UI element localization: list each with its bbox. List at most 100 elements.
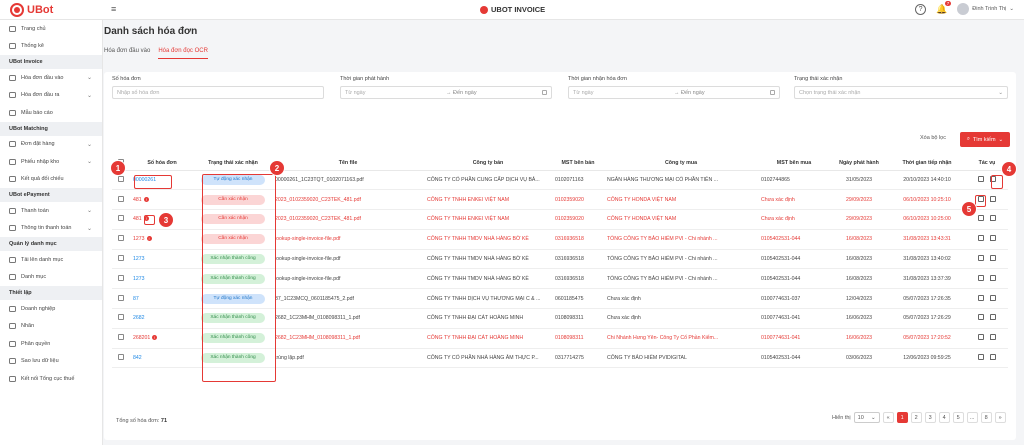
row-checkbox[interactable] (118, 235, 124, 242)
status-select[interactable]: Chọn trạng thái xác nhận ⌄ (794, 86, 1008, 99)
sidebar-item[interactable]: Trang chủ (0, 20, 102, 38)
invoice-number-link[interactable]: 268201 (133, 335, 150, 341)
sidebar-item[interactable]: Thanh toán ⌄ (0, 202, 102, 220)
row-select[interactable] (112, 189, 130, 211)
row-select[interactable] (112, 249, 130, 270)
clear-filter-button[interactable]: Xóa bộ lọc (920, 135, 946, 141)
warning-icon[interactable]: ! (146, 236, 152, 242)
chat-icon[interactable] (990, 354, 996, 361)
chat-icon[interactable] (990, 334, 996, 341)
chat-icon[interactable] (990, 274, 996, 281)
page-button[interactable]: 3 (924, 412, 936, 423)
sidebar-item[interactable]: Thống kê (0, 38, 102, 56)
row-checkbox[interactable] (118, 215, 124, 222)
chat-icon[interactable] (990, 314, 996, 321)
row-checkbox[interactable] (118, 294, 124, 301)
row-checkbox[interactable] (118, 195, 124, 202)
issue-date-range[interactable]: Từ ngày → Đến ngày (340, 86, 552, 99)
row-select[interactable] (112, 209, 130, 230)
row-select[interactable] (112, 328, 130, 349)
next-page-button[interactable]: » (994, 412, 1006, 423)
chat-icon[interactable] (990, 255, 996, 262)
user-menu[interactable]: Đinh Trinh Thị ⌄ (957, 3, 1014, 15)
invoice-number-link[interactable]: 1273 (133, 256, 145, 262)
invoice-no-input[interactable]: Nhập số hóa đơn (112, 86, 324, 99)
invoice-number-link[interactable]: 842 (133, 355, 142, 361)
edit-icon[interactable] (978, 175, 984, 182)
column-header[interactable]: Công ty mua (604, 156, 758, 171)
per-page-select[interactable]: 10 ⌄ (853, 412, 880, 423)
page-button[interactable]: 4 (938, 412, 950, 423)
row-checkbox[interactable] (118, 354, 124, 361)
sidebar-item[interactable]: Phiếu nhập kho ⌄ (0, 153, 102, 171)
sidebar-item[interactable]: Doanh nghiệp (0, 300, 102, 318)
sidebar-item[interactable]: Đơn đặt hàng ⌄ (0, 136, 102, 154)
seller-company-cell: CÔNG TY TNHH TMDV NHÀ HÀNG BỜ KÈ (424, 268, 552, 290)
prev-page-button[interactable]: « (882, 412, 894, 423)
edit-icon[interactable] (978, 334, 984, 341)
page-button[interactable]: ... (966, 412, 978, 423)
column-header[interactable]: MST bên bán (552, 156, 604, 171)
per-page-label: Hiển thị (832, 414, 851, 421)
sidebar-item[interactable]: Thông tin thanh toán ⌄ (0, 220, 102, 238)
row-select[interactable] (112, 348, 130, 369)
row-select[interactable] (112, 268, 130, 290)
sidebar-item[interactable]: Kết quả đối chiếu (0, 171, 102, 189)
sidebar-item[interactable]: Tải lên danh mục (0, 251, 102, 269)
sidebar-item[interactable]: Sao lưu dữ liệu (0, 353, 102, 371)
page-button[interactable]: 1 (896, 412, 908, 423)
column-header[interactable]: Thời gian tiếp nhận (888, 156, 966, 171)
edit-icon[interactable] (978, 274, 984, 281)
edit-icon[interactable] (978, 255, 984, 262)
sidebar-item[interactable]: Hóa đơn đầu ra ⌄ (0, 87, 102, 105)
row-checkbox[interactable] (118, 255, 124, 262)
chat-icon[interactable] (990, 235, 996, 242)
row-checkbox[interactable] (118, 334, 124, 341)
column-header[interactable]: Tên file (272, 156, 424, 171)
invoice-number-link[interactable]: 87 (133, 296, 139, 302)
tab-input-invoices[interactable]: Hóa đơn đầu vào (104, 46, 150, 59)
row-select[interactable] (112, 308, 130, 329)
column-header[interactable]: Số hóa đơn (130, 156, 194, 171)
sidebar-item[interactable]: Danh mục (0, 269, 102, 287)
sidebar-item[interactable]: Nhãn (0, 318, 102, 336)
invoice-number-link[interactable]: 2682 (133, 315, 145, 321)
invoice-number-link[interactable]: 481 (133, 197, 142, 203)
chat-icon[interactable] (990, 195, 996, 202)
edit-icon[interactable] (978, 314, 984, 321)
invoice-number-link[interactable]: 1273 (133, 276, 145, 282)
sidebar-item[interactable]: Hóa đơn đầu vào ⌄ (0, 69, 102, 87)
row-select[interactable] (112, 229, 130, 250)
page-button[interactable]: 2 (910, 412, 922, 423)
row-select[interactable] (112, 288, 130, 310)
row-checkbox[interactable] (118, 175, 124, 182)
column-header[interactable]: MST bên mua (758, 156, 830, 171)
tab-ocr-invoices[interactable]: Hóa đơn đọc OCR (158, 46, 208, 59)
chat-icon[interactable] (990, 215, 996, 222)
page-button[interactable]: 8 (980, 412, 992, 423)
sidebar-item[interactable]: Kết nối Tổng cục thuế (0, 370, 102, 388)
edit-icon[interactable] (978, 294, 984, 301)
receive-date-range[interactable]: Từ ngày → Đến ngày (568, 86, 780, 99)
column-header[interactable]: Công ty bán (424, 156, 552, 171)
warning-icon[interactable]: ! (152, 335, 158, 341)
edit-icon[interactable] (978, 235, 984, 242)
bell-icon[interactable]: 🔔 7 (936, 0, 952, 15)
sidebar-item[interactable]: Phân quyền (0, 335, 102, 353)
help-icon[interactable]: ? (915, 3, 927, 15)
menu-toggle-icon[interactable]: ≡ (111, 4, 116, 14)
column-header[interactable]: Ngày phát hành (830, 156, 888, 171)
row-checkbox[interactable] (118, 274, 124, 281)
page-button[interactable]: 5 (952, 412, 964, 423)
chat-icon[interactable] (990, 294, 996, 301)
column-header[interactable]: Trạng thái xác nhận (194, 156, 272, 171)
search-button[interactable]: ⌕ Tìm kiếm ⌄ (960, 132, 1010, 147)
edit-icon[interactable] (978, 354, 984, 361)
logo[interactable]: UBot (10, 3, 53, 17)
sidebar-item[interactable]: Mẫu báo cáo (0, 104, 102, 122)
row-checkbox[interactable] (118, 314, 124, 321)
invoice-number-link[interactable]: 1273 (133, 236, 145, 242)
warning-icon[interactable]: ! (143, 196, 149, 202)
edit-icon[interactable] (978, 215, 984, 222)
invoice-number-link[interactable]: 481 (133, 216, 142, 222)
